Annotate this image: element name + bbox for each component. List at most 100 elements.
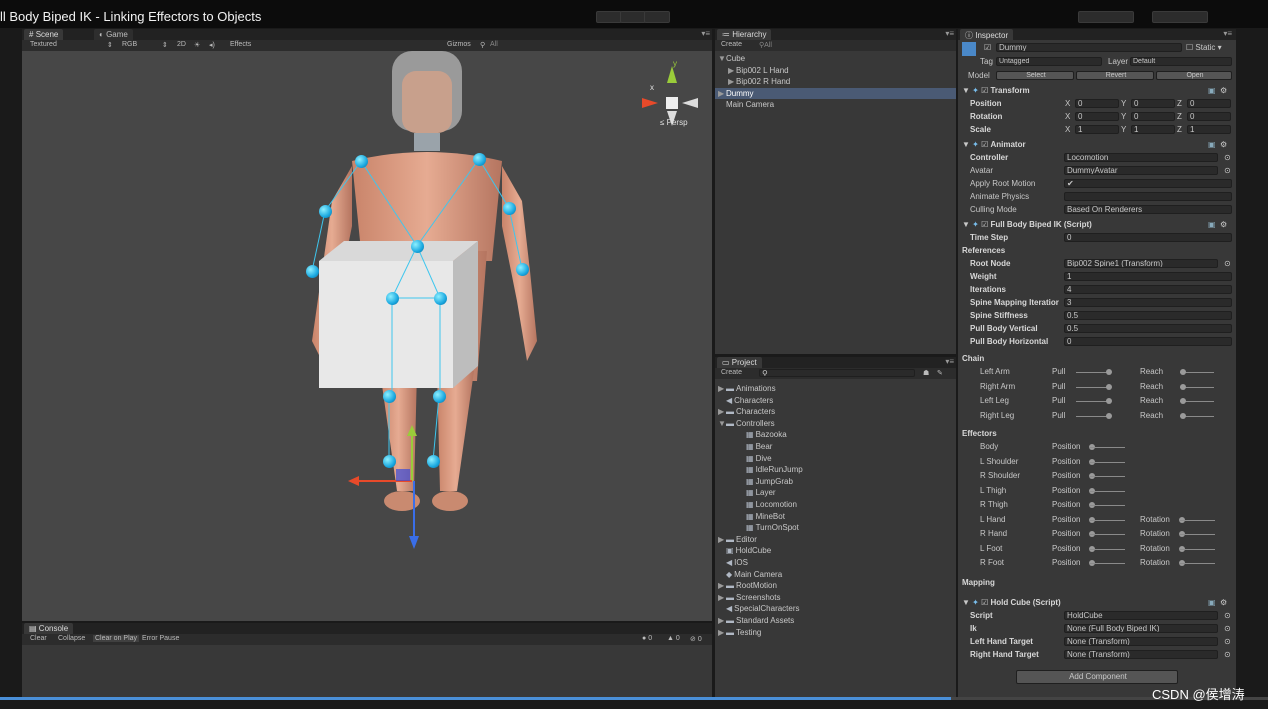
object-picker-icon[interactable]: ⊙ bbox=[1224, 165, 1231, 176]
persp-label[interactable]: ≤ Persp bbox=[660, 118, 688, 127]
panel-menu-icon[interactable]: ▾≡ bbox=[701, 29, 710, 38]
info-count[interactable]: ● 0 bbox=[642, 635, 652, 642]
project-item[interactable]: ◀ Characters bbox=[715, 395, 956, 406]
tab-scene[interactable]: # Scene bbox=[24, 29, 64, 40]
expand-arrow-icon[interactable]: ▶ bbox=[718, 592, 726, 603]
animator-0-field[interactable]: Locomotion bbox=[1064, 153, 1218, 162]
component-settings-icon[interactable]: ⚙ bbox=[1220, 139, 1227, 150]
project-search-input[interactable]: ⚲ bbox=[759, 369, 915, 377]
r-foot-effector[interactable] bbox=[427, 455, 440, 468]
project-item[interactable]: ▦ Layer bbox=[715, 487, 956, 498]
tab-hierarchy[interactable]: ≔ Hierarchy bbox=[717, 29, 772, 40]
l-knee-joint[interactable] bbox=[383, 390, 396, 403]
animator-4-field[interactable]: Based On Renderers bbox=[1064, 205, 1232, 214]
model-select-button[interactable]: Select bbox=[996, 71, 1074, 80]
render-mode-dropdown[interactable]: RGB bbox=[122, 41, 137, 48]
object-picker-icon[interactable]: ⊙ bbox=[1224, 636, 1231, 647]
project-item[interactable]: ▦ JumpGrab bbox=[715, 476, 956, 487]
fbbik-row-3-field[interactable]: 3 bbox=[1064, 298, 1232, 307]
hierarchy-item[interactable]: ▼Cube bbox=[715, 53, 956, 64]
tab-game[interactable]: ◐ Game bbox=[94, 29, 133, 40]
add-component-button[interactable]: Add Component bbox=[1016, 669, 1178, 684]
project-item[interactable]: ▦ Bear bbox=[715, 441, 956, 452]
project-item[interactable]: ▶ ▬ Animations bbox=[715, 383, 956, 394]
expand-arrow-icon[interactable]: ▶ bbox=[718, 406, 726, 417]
time-step-field[interactable]: 0 bbox=[1064, 233, 1232, 242]
holdcube-row-3-field[interactable]: None (Transform) bbox=[1064, 649, 1218, 659]
animator-header[interactable]: ▼ ✦ ☑ Animator bbox=[958, 139, 1236, 150]
expand-arrow-icon[interactable]: ▼ bbox=[718, 418, 726, 429]
position-weight-slider[interactable] bbox=[1089, 534, 1125, 535]
tab-console[interactable]: ▤ Console bbox=[24, 623, 74, 634]
static-toggle[interactable]: ☐ Static ▾ bbox=[1186, 42, 1222, 53]
pull-slider[interactable] bbox=[1076, 401, 1110, 402]
shading-mode-dropdown[interactable]: Textured bbox=[30, 41, 57, 48]
filter-by-label-icon[interactable]: ✎ bbox=[937, 369, 943, 377]
transform-x-field[interactable]: 0 bbox=[1075, 112, 1119, 121]
project-create-dropdown[interactable]: Create bbox=[721, 369, 742, 376]
play-button[interactable] bbox=[596, 11, 622, 23]
reach-slider-knob[interactable] bbox=[1180, 369, 1186, 375]
fbbik-row-6-field[interactable]: 0 bbox=[1064, 337, 1232, 346]
expand-arrow-icon[interactable]: ▼ bbox=[718, 53, 726, 64]
object-picker-icon[interactable]: ⊙ bbox=[1224, 258, 1231, 269]
r-elbow-joint[interactable] bbox=[503, 202, 516, 215]
fbbik-row-1-field[interactable]: 1 bbox=[1064, 272, 1232, 281]
project-item[interactable]: ▦ TurnOnSpot bbox=[715, 522, 956, 533]
fbbik-row-2-field[interactable]: 4 bbox=[1064, 285, 1232, 294]
transform-header[interactable]: ▼ ✦ ☑ Transform bbox=[958, 85, 1236, 96]
fold-arrow-icon[interactable]: ▼ bbox=[962, 86, 972, 95]
console-clear-button[interactable]: Clear bbox=[30, 635, 47, 642]
expand-arrow-icon[interactable]: ▶ bbox=[718, 383, 726, 394]
position-weight-slider[interactable] bbox=[1089, 447, 1125, 448]
expand-arrow-icon[interactable]: ▶ bbox=[718, 615, 726, 626]
expand-arrow-icon[interactable]: ▶ bbox=[718, 580, 726, 591]
object-picker-icon[interactable]: ⊙ bbox=[1224, 649, 1231, 660]
project-item[interactable]: ▶ ▬ Editor bbox=[715, 534, 956, 545]
mapping-foldout[interactable]: Mapping bbox=[962, 577, 995, 588]
component-help-icon[interactable]: ▣ bbox=[1208, 597, 1216, 608]
transform-y-field[interactable]: 1 bbox=[1131, 125, 1175, 134]
reach-slider-knob[interactable] bbox=[1180, 412, 1186, 419]
project-item[interactable]: ▣ HoldCube bbox=[715, 545, 956, 556]
mode-2d-button[interactable]: 2D bbox=[177, 41, 186, 48]
transform-z-field[interactable]: 0 bbox=[1187, 99, 1231, 108]
component-settings-icon[interactable]: ⚙ bbox=[1220, 219, 1227, 230]
position-weight-slider[interactable] bbox=[1089, 563, 1125, 564]
r-hand-effector[interactable] bbox=[516, 263, 529, 276]
tag-dropdown[interactable]: Untagged bbox=[996, 57, 1102, 66]
expand-arrow-icon[interactable]: ▶ bbox=[718, 627, 726, 638]
project-item[interactable]: ▶ ▬ RootMotion bbox=[715, 580, 956, 591]
reach-slider-knob[interactable] bbox=[1180, 398, 1186, 404]
project-item[interactable]: ▦ MineBot bbox=[715, 511, 956, 522]
project-item[interactable]: ▦ Dive bbox=[715, 453, 956, 464]
holdcube-row-1-field[interactable]: None (Full Body Biped IK) bbox=[1064, 623, 1218, 633]
hierarchy-search-input[interactable]: ⚲All bbox=[759, 41, 772, 49]
project-item[interactable]: ▦ Bazooka bbox=[715, 429, 956, 440]
holdcube-header[interactable]: ▼ ✦ ☑ Hold Cube (Script) bbox=[958, 597, 1236, 608]
position-weight-slider[interactable] bbox=[1089, 548, 1125, 550]
r-knee-joint[interactable] bbox=[433, 390, 446, 403]
rotation-weight-slider[interactable] bbox=[1179, 519, 1215, 521]
console-collapse-button[interactable]: Collapse bbox=[58, 635, 85, 642]
l-thigh-effector[interactable] bbox=[386, 292, 399, 305]
project-item[interactable]: ▶ ▬ Screenshots bbox=[715, 592, 956, 603]
transform-y-field[interactable]: 0 bbox=[1131, 112, 1175, 121]
tab-project[interactable]: ▭ Project bbox=[717, 357, 762, 368]
scene-view[interactable]: # Scene ◐ Game ▾≡ Textured ⇕ RGB ⇕ 2D ☀ … bbox=[22, 29, 712, 621]
project-item[interactable]: ◀ IOS bbox=[715, 557, 956, 568]
transform-x-field[interactable]: 1 bbox=[1075, 125, 1119, 134]
model-revert-button[interactable]: Revert bbox=[1076, 71, 1154, 80]
position-weight-slider[interactable] bbox=[1089, 490, 1125, 492]
expand-arrow-icon[interactable]: ▶ bbox=[728, 65, 736, 76]
r-shoulder-effector[interactable] bbox=[473, 153, 486, 166]
pause-button[interactable] bbox=[620, 11, 646, 23]
hierarchy-item[interactable]: ▶ Bip002 L Hand bbox=[715, 65, 956, 76]
hold-cube[interactable] bbox=[319, 241, 478, 388]
component-help-icon[interactable]: ▣ bbox=[1208, 219, 1216, 230]
holdcube-row-2-field[interactable]: None (Transform) bbox=[1064, 636, 1218, 646]
component-settings-icon[interactable]: ⚙ bbox=[1220, 85, 1227, 96]
pull-slider-knob[interactable] bbox=[1106, 412, 1112, 419]
error-count[interactable]: ⊘ 0 bbox=[690, 635, 702, 643]
console-clear-on-play-button[interactable]: Clear on Play bbox=[93, 635, 140, 642]
